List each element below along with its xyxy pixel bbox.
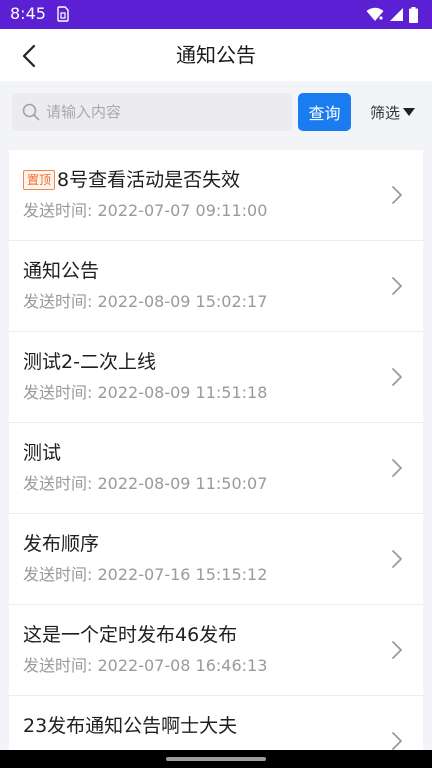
item-title: 发布顺序 xyxy=(23,533,100,555)
list-item[interactable]: 这是一个定时发布46发布 发送时间: 2022-07-08 16:46:13 xyxy=(9,605,423,696)
item-time: 2022-08-09 11:50:07 xyxy=(97,474,268,493)
item-time: 2022-07-08 16:46:13 xyxy=(97,656,268,675)
list-item[interactable]: 通知公告 发送时间: 2022-08-09 15:02:17 xyxy=(9,241,423,332)
item-title: 测试 xyxy=(23,442,62,464)
home-indicator[interactable] xyxy=(166,757,266,761)
chevron-right-icon xyxy=(392,459,402,477)
item-time-row: 发送时间: 2022-07-08 16:46:13 xyxy=(23,655,267,677)
chevron-right-icon xyxy=(392,732,402,750)
item-time-row: 发送时间: 2022-08-09 11:51:18 xyxy=(23,382,267,404)
status-time: 8:45 xyxy=(10,4,46,23)
time-prefix: 发送时间: xyxy=(23,201,98,220)
item-time-row: 发送时间: 2022-07-16 15:15:12 xyxy=(23,564,267,586)
list-item[interactable]: 测试2-二次上线 发送时间: 2022-08-09 11:51:18 xyxy=(9,332,423,423)
filter-button[interactable]: 筛选 xyxy=(370,101,416,123)
list-item[interactable]: 发布顺序 发送时间: 2022-07-16 15:15:12 xyxy=(9,514,423,605)
chevron-right-icon xyxy=(392,277,402,295)
item-time: 2022-07-07 09:11:00 xyxy=(97,201,268,220)
app-header: 通知公告 xyxy=(0,29,432,81)
status-bar: 8:45 xyxy=(0,0,432,29)
sim-card-icon xyxy=(57,6,69,22)
item-time-row: 发送时间: 2022-08-09 15:02:17 xyxy=(23,291,267,313)
signal-icon xyxy=(390,8,403,21)
notice-list: 置顶 8号查看活动是否失效 发送时间: 2022-07-07 09:11:00 … xyxy=(9,150,423,750)
item-title-row: 23发布通知公告啊士大夫 xyxy=(23,713,373,739)
item-time: 2022-08-09 11:51:18 xyxy=(97,383,268,402)
item-time: 2022-08-09 15:02:17 xyxy=(97,292,268,311)
time-prefix: 发送时间: xyxy=(23,565,98,584)
item-time: 2022-07-16 15:15:12 xyxy=(97,565,268,584)
wifi-icon xyxy=(366,7,384,21)
chevron-right-icon xyxy=(392,550,402,568)
item-time-row: 发送时间: 2022-07-07 09:11:00 xyxy=(23,200,267,222)
pin-badge: 置顶 xyxy=(23,170,56,190)
search-box[interactable] xyxy=(12,93,292,131)
time-prefix: 发送时间: xyxy=(23,474,98,493)
chevron-right-icon xyxy=(392,641,402,659)
item-time-row: 发送时间: 2022-08-09 11:50:07 xyxy=(23,473,267,495)
status-icons xyxy=(366,6,418,23)
chevron-right-icon xyxy=(392,368,402,386)
item-title-row: 这是一个定时发布46发布 xyxy=(23,622,373,648)
item-title: 这是一个定时发布46发布 xyxy=(23,624,238,646)
item-title: 测试2-二次上线 xyxy=(23,351,156,373)
time-prefix: 发送时间: xyxy=(23,383,98,402)
list-item[interactable]: 置顶 8号查看活动是否失效 发送时间: 2022-07-07 09:11:00 xyxy=(9,150,423,241)
item-title-row: 通知公告 xyxy=(23,258,373,284)
item-title-row: 测试 xyxy=(23,440,373,466)
search-input[interactable] xyxy=(46,93,286,131)
search-icon xyxy=(22,103,40,121)
battery-icon xyxy=(409,6,418,23)
item-title-row: 置顶 8号查看活动是否失效 xyxy=(23,167,373,193)
item-title: 8号查看活动是否失效 xyxy=(57,169,241,191)
item-title: 23发布通知公告啊士大夫 xyxy=(23,715,238,737)
page-title: 通知公告 xyxy=(176,43,256,67)
time-prefix: 发送时间: xyxy=(23,292,98,311)
chevron-right-icon xyxy=(392,186,402,204)
search-bar: 查询 筛选 xyxy=(0,81,432,147)
list-item[interactable]: 23发布通知公告啊士大夫 xyxy=(9,696,423,750)
item-title-row: 测试2-二次上线 xyxy=(23,349,373,375)
caret-down-icon xyxy=(403,107,416,116)
search-button[interactable]: 查询 xyxy=(298,93,351,131)
filter-label: 筛选 xyxy=(370,103,401,122)
time-prefix: 发送时间: xyxy=(23,656,98,675)
system-nav-bar xyxy=(0,750,432,768)
item-title-row: 发布顺序 xyxy=(23,531,373,557)
list-item[interactable]: 测试 发送时间: 2022-08-09 11:50:07 xyxy=(9,423,423,514)
item-title: 通知公告 xyxy=(23,260,100,282)
